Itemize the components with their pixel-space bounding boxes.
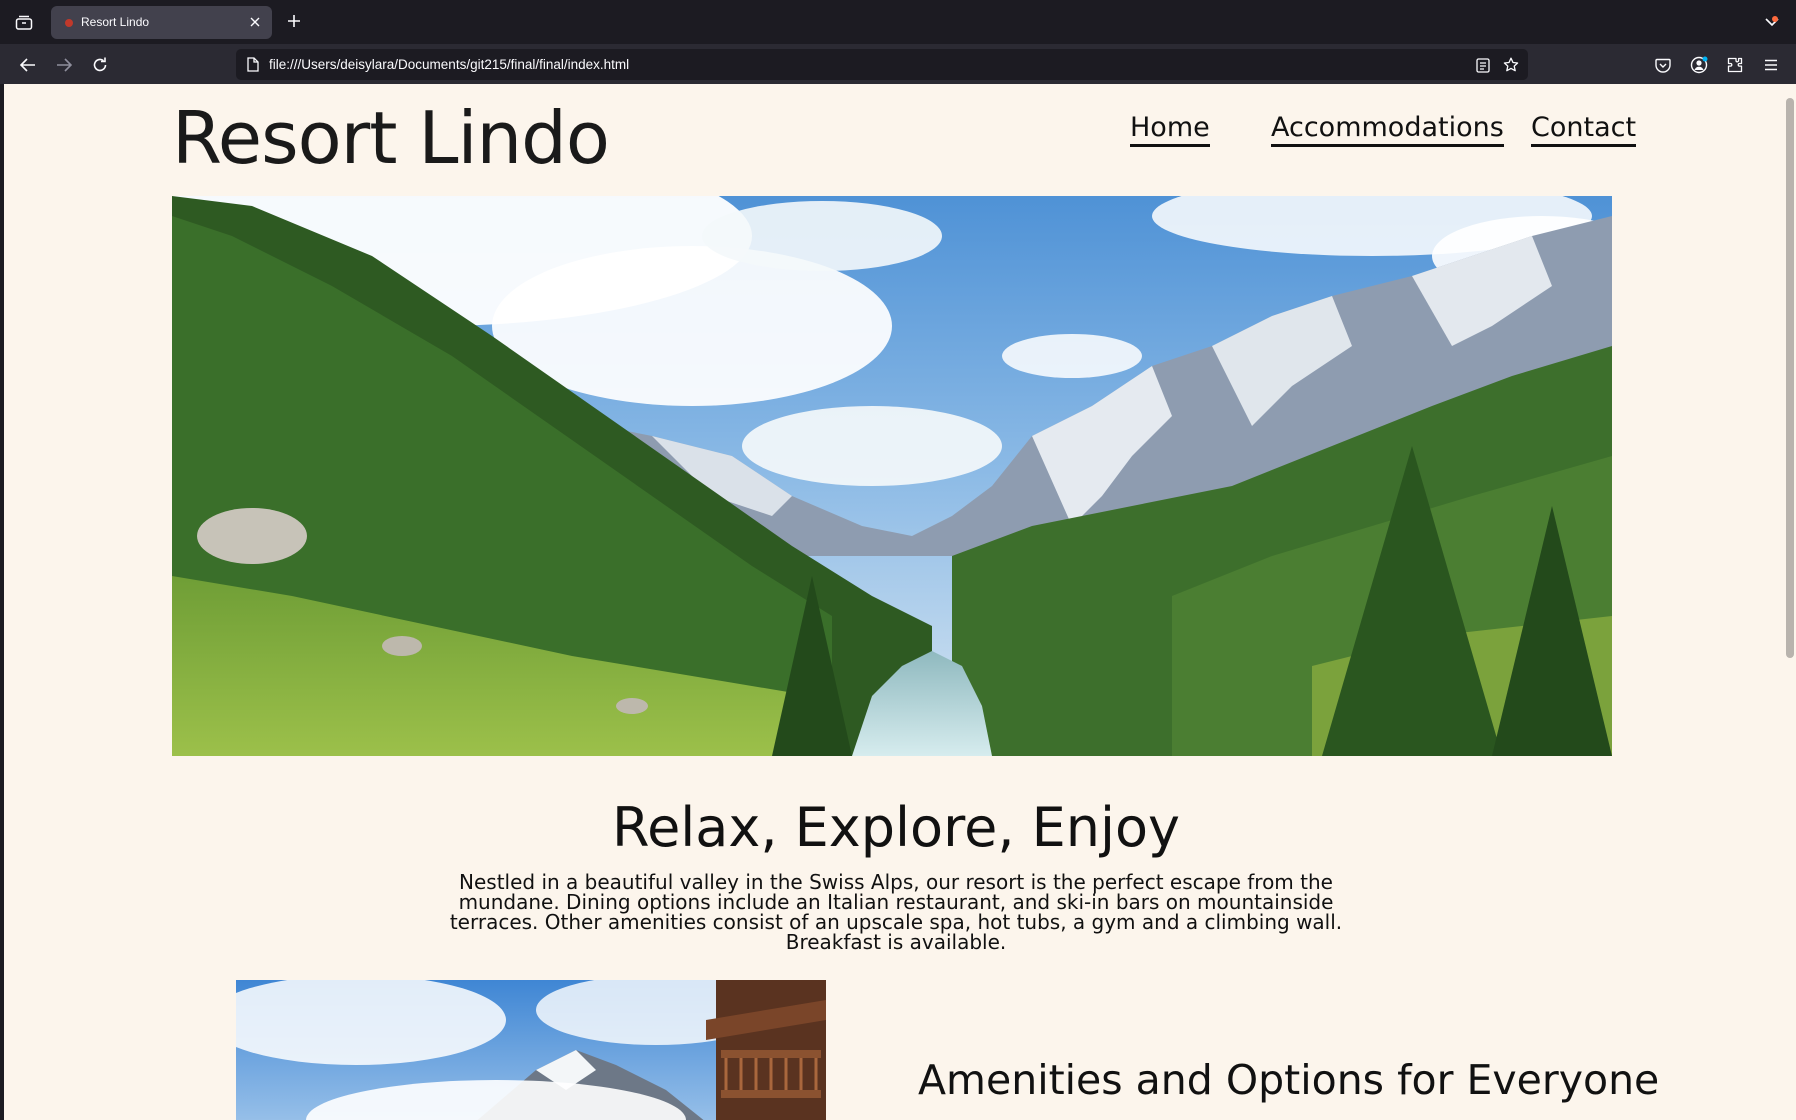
plus-icon[interactable] bbox=[283, 10, 305, 32]
notification-dot bbox=[1772, 16, 1778, 22]
pocket-icon[interactable] bbox=[1650, 52, 1676, 78]
forward-arrow-icon[interactable] bbox=[51, 52, 77, 78]
nav-link-home[interactable]: Home bbox=[1130, 112, 1210, 148]
menu-icon[interactable] bbox=[1758, 52, 1784, 78]
hero-image bbox=[172, 196, 1612, 756]
page-icon bbox=[246, 57, 260, 72]
browser-tab[interactable]: Resort Lindo bbox=[51, 6, 272, 39]
nav-link-accommodations[interactable]: Accommodations bbox=[1271, 112, 1504, 148]
site-nav: Home Accommodations Contact bbox=[4, 112, 1796, 152]
tab-bar: Resort Lindo bbox=[0, 0, 1796, 44]
url-bar[interactable]: file:///Users/deisylara/Documents/git215… bbox=[236, 49, 1528, 80]
page-viewport: Resort Lindo Home Accommodations Contact bbox=[4, 84, 1796, 1120]
account-icon[interactable] bbox=[1686, 52, 1712, 78]
amenities-image bbox=[236, 980, 826, 1120]
reader-view-icon[interactable] bbox=[1472, 54, 1494, 76]
tab-title: Resort Lindo bbox=[81, 15, 150, 29]
back-arrow-icon[interactable] bbox=[15, 52, 41, 78]
favicon-icon bbox=[65, 19, 73, 27]
extensions-icon[interactable] bbox=[1722, 52, 1748, 78]
intro-paragraph: Nestled in a beautiful valley in the Swi… bbox=[449, 870, 1343, 954]
amenities-heading: Amenities and Options for Everyone bbox=[918, 1056, 1660, 1104]
nav-link-contact[interactable]: Contact bbox=[1531, 112, 1637, 148]
chevron-down-icon[interactable] bbox=[1762, 12, 1782, 32]
star-icon[interactable] bbox=[1500, 54, 1522, 76]
reload-icon[interactable] bbox=[87, 52, 113, 78]
navigation-toolbar: file:///Users/deisylara/Documents/git215… bbox=[0, 44, 1796, 84]
section-heading: Relax, Explore, Enjoy bbox=[611, 796, 1180, 859]
url-text: file:///Users/deisylara/Documents/git215… bbox=[269, 57, 630, 72]
tab-list-icon[interactable] bbox=[12, 12, 36, 34]
close-icon[interactable] bbox=[246, 13, 264, 31]
scrollbar[interactable] bbox=[1786, 98, 1794, 658]
